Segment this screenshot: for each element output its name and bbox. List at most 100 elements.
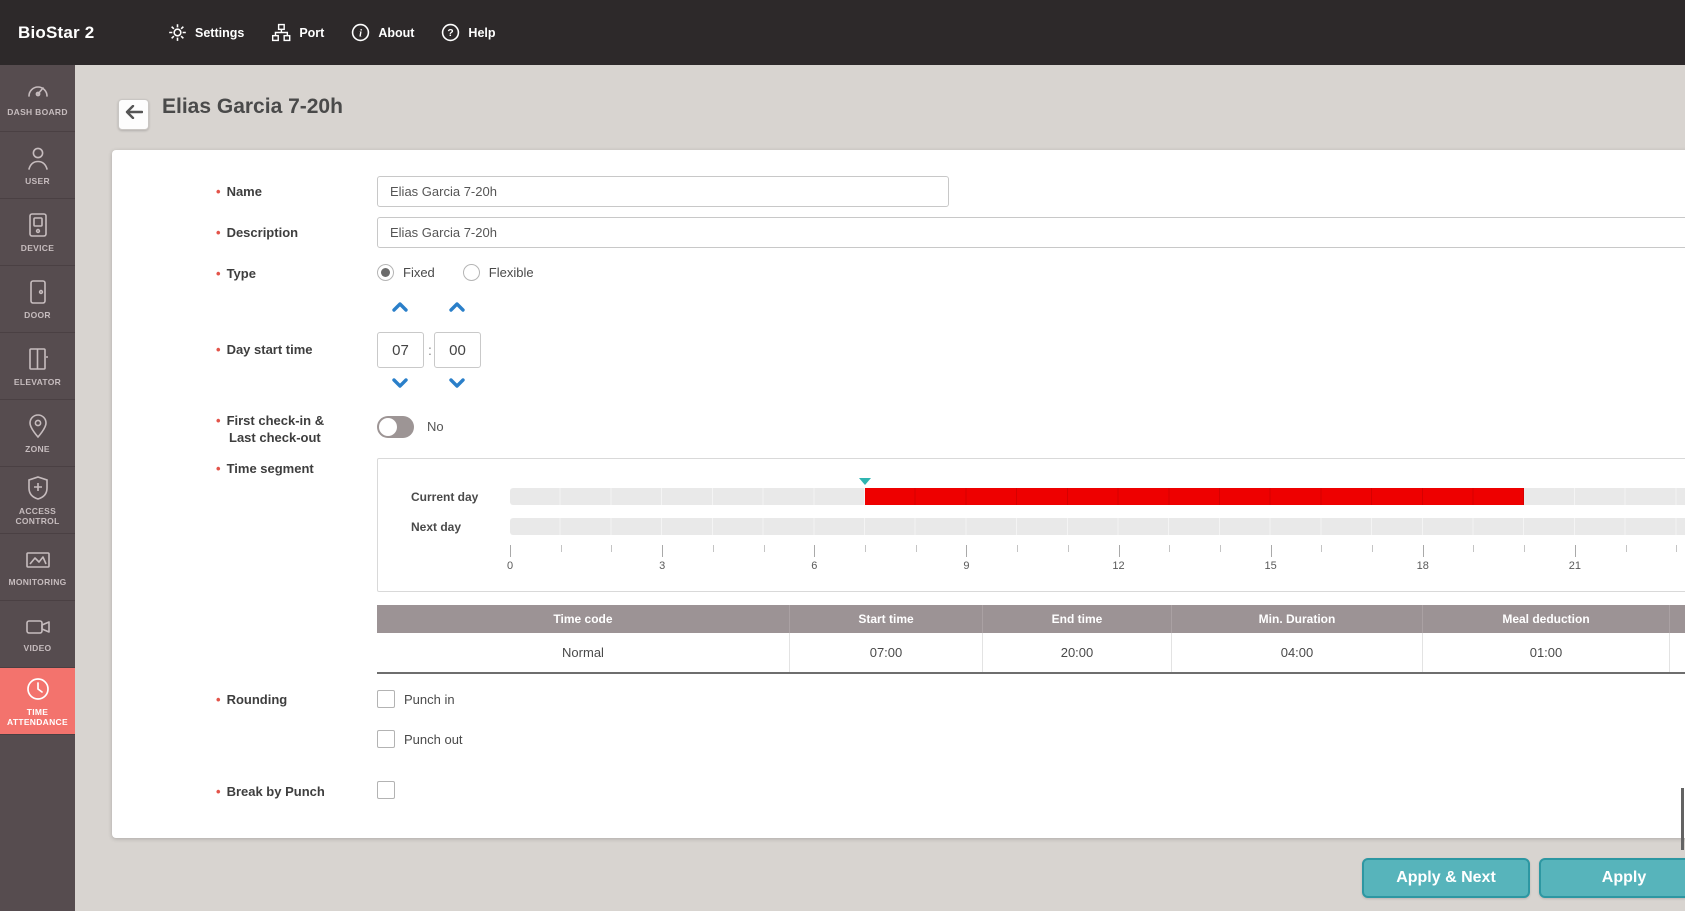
time-segment-label: •Time segment (216, 460, 371, 477)
type-radio-group: Fixed Flexible (377, 264, 534, 281)
svg-text:i: i (359, 28, 362, 39)
axis-tick (1321, 545, 1322, 552)
page-title: Elias Garcia 7-20h (162, 95, 343, 119)
col-start-time: Start time (790, 605, 983, 633)
vertical-scrollbar[interactable] (1681, 788, 1684, 850)
door-icon (26, 279, 50, 305)
axis-tick-label: 6 (811, 560, 817, 572)
shield-plus-icon (26, 475, 50, 501)
axis-tick (713, 545, 714, 552)
first-check-label: •First check-in & Last check-out (216, 412, 371, 446)
axis-tick (916, 545, 917, 552)
punch-in-label: Punch in (404, 692, 455, 707)
sidebar-item-door[interactable]: DOOR (0, 266, 75, 333)
shift-form-card: •Name •Description •Type Fixed Flexible … (112, 150, 1685, 838)
sidebar-item-time-attendance[interactable]: TIME ATTENDANCE (0, 668, 75, 735)
sidebar-item-zone[interactable]: ZONE (0, 400, 75, 467)
device-icon (26, 212, 50, 238)
app-window: BioStar 2 Settings Port (0, 0, 1685, 911)
radio-flexible-label: Flexible (489, 265, 534, 280)
user-icon (26, 145, 50, 171)
segment-table: Time code Start time End time Min. Durat… (377, 605, 1685, 674)
minute-down-icon[interactable] (447, 376, 467, 390)
cell-end-time: 20:00 (983, 633, 1172, 672)
sidebar-item-monitoring[interactable]: MONITORING (0, 534, 75, 601)
axis-tick (1017, 545, 1018, 552)
radio-flexible-circle (463, 264, 480, 281)
axis-tick (966, 545, 967, 557)
punch-out-checkbox[interactable] (377, 730, 395, 748)
dashboard-icon (25, 80, 51, 102)
sidebar-item-access-control[interactable]: ACCESS CONTROL (0, 467, 75, 534)
sidebar-item-device[interactable]: DEVICE (0, 199, 75, 266)
sidebar-item-label: DEVICE (17, 243, 58, 253)
minute-input[interactable] (434, 332, 481, 368)
sidebar-item-label: MONITORING (4, 577, 70, 587)
sidebar-item-label: VIDEO (20, 643, 56, 653)
axis-tick-label: 15 (1265, 560, 1277, 572)
day-start-time-label: •Day start time (216, 341, 371, 358)
radio-flexible[interactable]: Flexible (463, 264, 534, 281)
menu-port[interactable]: Port (271, 23, 324, 42)
network-icon (271, 23, 291, 42)
timeline-axis: 036912151821 (510, 545, 1685, 585)
back-button[interactable] (118, 99, 149, 130)
punch-in-checkbox[interactable] (377, 690, 395, 708)
sidebar-item-elevator[interactable]: ELEVATOR (0, 333, 75, 400)
type-label: •Type (216, 265, 371, 282)
required-dot: • (216, 266, 221, 281)
first-check-toggle[interactable] (377, 416, 414, 438)
axis-tick-label: 18 (1417, 560, 1429, 572)
monitoring-icon (24, 548, 52, 572)
break-by-punch-checkbox[interactable] (377, 781, 395, 799)
required-dot: • (216, 225, 221, 240)
app-logo[interactable]: BioStar 2 (18, 0, 94, 65)
info-icon: i (351, 23, 370, 42)
sidebar-item-label: ACCESS CONTROL (0, 506, 75, 526)
apply-next-button[interactable]: Apply & Next (1362, 858, 1530, 898)
sidebar-item-dashboard[interactable]: DASH BOARD (0, 65, 75, 132)
hour-down-icon[interactable] (390, 376, 410, 390)
cell-extra (1670, 633, 1685, 672)
axis-tick (1524, 545, 1525, 552)
sidebar-item-user[interactable]: USER (0, 132, 75, 199)
cell-time-code: Normal (377, 633, 790, 672)
axis-tick-label: 0 (507, 560, 513, 572)
col-min-duration: Min. Duration (1172, 605, 1423, 633)
radio-fixed[interactable]: Fixed (377, 264, 435, 281)
description-input[interactable] (377, 217, 1685, 248)
segment-table-row[interactable]: Normal 07:00 20:00 04:00 01:00 (377, 633, 1685, 674)
axis-tick (1169, 545, 1170, 552)
col-meal-deduction: Meal deduction (1423, 605, 1670, 633)
rounding-label: •Rounding (216, 691, 371, 708)
axis-tick (764, 545, 765, 552)
axis-tick (1271, 545, 1272, 557)
minute-up-icon[interactable] (447, 300, 467, 314)
apply-button[interactable]: Apply (1539, 858, 1685, 898)
time-segment-panel: Current day Next day 036912151821 (377, 458, 1685, 592)
sidebar-item-video[interactable]: VIDEO (0, 601, 75, 668)
cell-start-time: 07:00 (790, 633, 983, 672)
hour-up-icon[interactable] (390, 300, 410, 314)
required-dot: • (216, 184, 221, 199)
axis-tick (814, 545, 815, 557)
svg-text:?: ? (448, 28, 454, 39)
axis-tick-label: 9 (963, 560, 969, 572)
break-by-punch-label: •Break by Punch (216, 783, 371, 800)
next-day-track[interactable] (510, 518, 1685, 535)
radio-fixed-label: Fixed (403, 265, 435, 280)
time-segment-bar[interactable] (865, 488, 1524, 505)
menu-settings[interactable]: Settings (168, 23, 244, 42)
required-dot: • (216, 413, 221, 428)
axis-tick (1372, 545, 1373, 552)
axis-tick-label: 12 (1112, 560, 1124, 572)
cell-min-duration: 04:00 (1172, 633, 1423, 672)
menu-help[interactable]: ? Help (441, 23, 495, 42)
day-start-marker-icon[interactable] (859, 478, 871, 485)
description-label: •Description (216, 224, 371, 241)
hour-input[interactable] (377, 332, 424, 368)
menu-about[interactable]: i About (351, 23, 414, 42)
current-day-track[interactable] (510, 488, 1685, 505)
name-input[interactable] (377, 176, 949, 207)
sidebar-item-label: USER (21, 176, 54, 186)
